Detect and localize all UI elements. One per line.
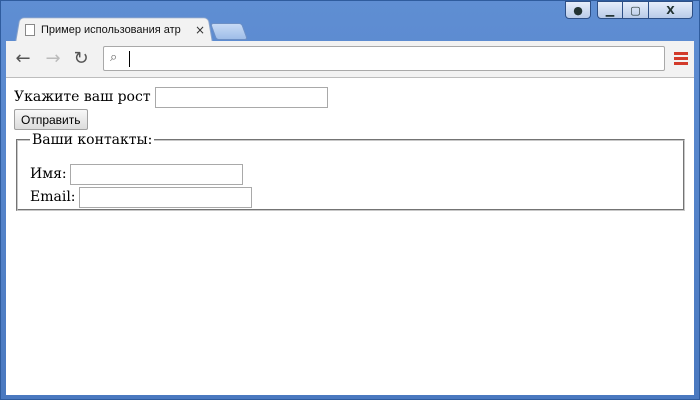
back-arrow-icon[interactable]: ←	[12, 48, 34, 70]
page-icon	[25, 24, 35, 36]
email-row: Email:	[30, 186, 252, 208]
menu-icon[interactable]	[674, 52, 688, 66]
browser-window: Пример использования атр × ● ▁ ▢ X ← → ↻…	[0, 0, 700, 400]
maximize-button[interactable]: ▢	[623, 1, 649, 19]
email-label: Email:	[30, 189, 76, 205]
text-caret	[129, 51, 130, 67]
reload-icon[interactable]: ↻	[70, 48, 92, 70]
tab-content[interactable]: Пример использования атр ×	[25, 19, 207, 41]
forward-arrow-icon[interactable]: →	[42, 48, 64, 70]
new-tab-button[interactable]	[209, 23, 249, 40]
page-content: Укажите ваш рост Отправить Ваши контакты…	[6, 78, 694, 395]
contacts-fieldset: Ваши контакты: Имя: Email:	[16, 132, 685, 211]
tab-close-icon[interactable]: ×	[193, 23, 207, 37]
height-row: Укажите ваш рост	[14, 86, 328, 108]
address-bar[interactable]: ⌕	[103, 46, 665, 71]
tab-title: Пример использования атр	[41, 24, 181, 36]
name-row: Имя:	[30, 163, 243, 185]
search-icon: ⌕	[110, 50, 118, 65]
address-input[interactable]	[128, 50, 658, 67]
height-input[interactable]	[154, 86, 328, 108]
title-bar: Пример использования атр × ● ▁ ▢ X	[1, 1, 699, 43]
window-controls: ● ▁ ▢ X	[565, 1, 693, 19]
contacts-legend: Ваши контакты:	[32, 132, 153, 148]
height-label: Укажите ваш рост	[14, 89, 151, 105]
email-input[interactable]	[78, 186, 252, 208]
user-icon[interactable]: ●	[565, 1, 591, 19]
browser-toolbar: ← → ↻ ⌕	[6, 41, 694, 78]
close-window-button[interactable]: X	[649, 1, 693, 19]
name-label: Имя:	[30, 166, 67, 182]
minimize-button[interactable]: ▁	[597, 1, 623, 19]
submit-button[interactable]: Отправить	[14, 109, 88, 130]
name-input[interactable]	[69, 163, 243, 185]
